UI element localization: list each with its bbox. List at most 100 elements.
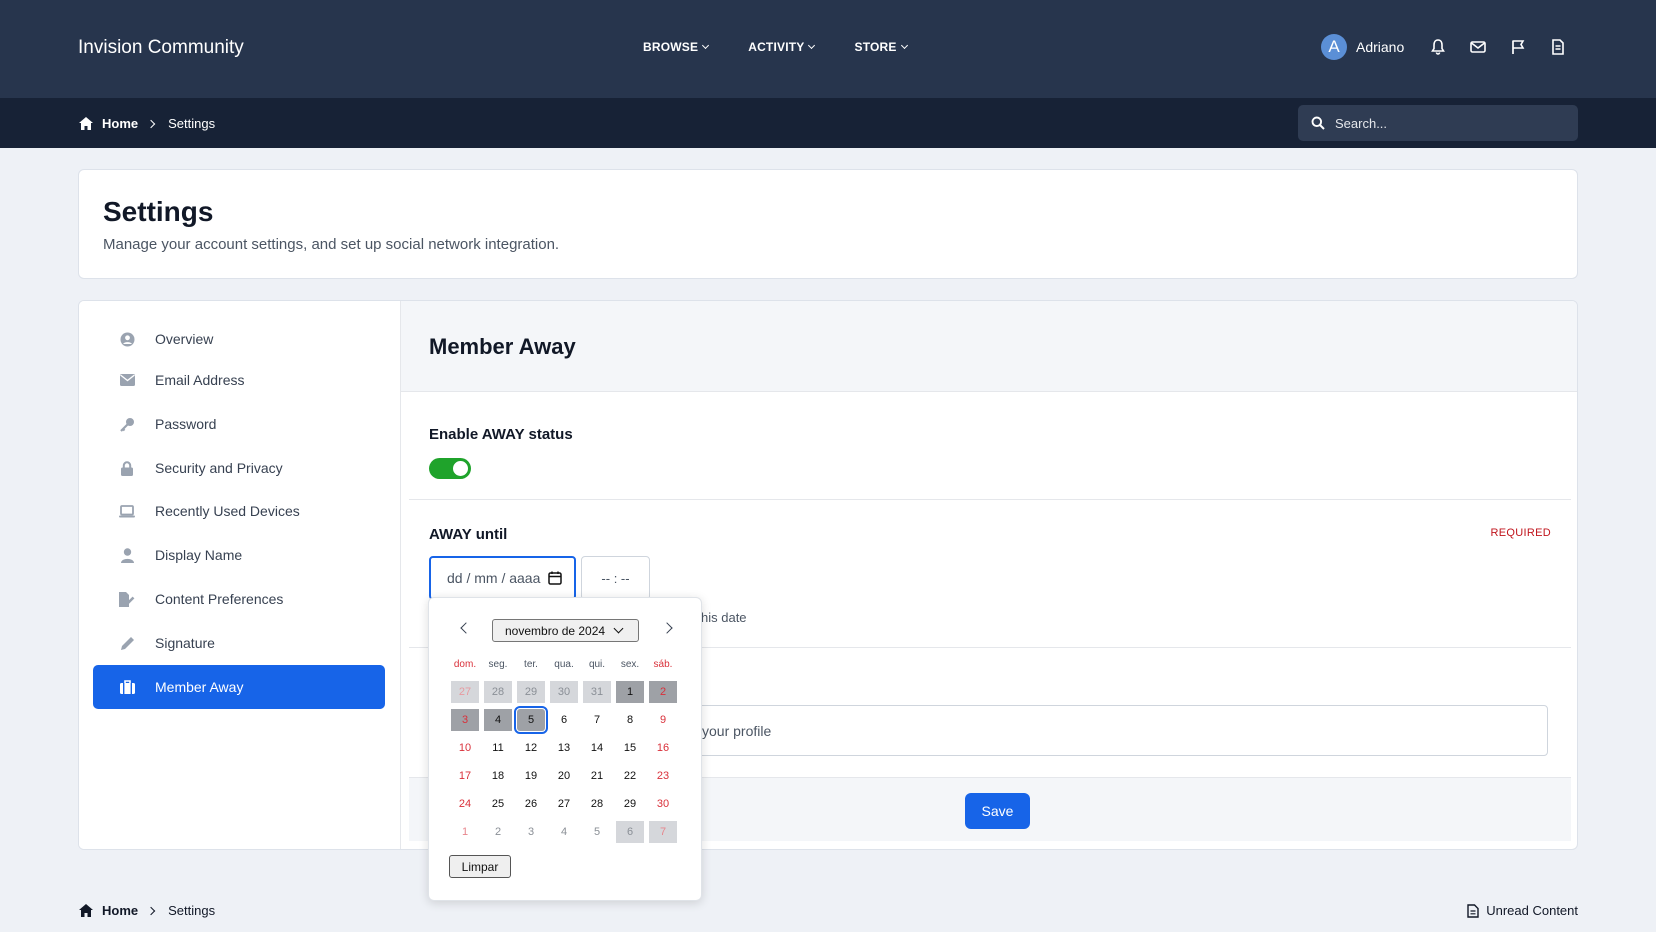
calendar-day[interactable]: 22 <box>616 765 644 787</box>
away-message-input[interactable]: your profile <box>665 705 1548 756</box>
calendar-day-selected[interactable]: 5 <box>514 706 548 734</box>
date-placeholder: dd / mm / aaaa <box>447 570 541 586</box>
nav-store[interactable]: STORE <box>854 40 908 54</box>
calendar-day[interactable]: 17 <box>451 765 479 787</box>
key-icon <box>119 416 135 432</box>
calendar-day[interactable]: 5 <box>583 821 611 843</box>
main-nav: BROWSE ACTIVITY STORE <box>643 40 947 54</box>
prev-month-icon[interactable] <box>460 622 472 634</box>
clear-date-button[interactable]: Limpar <box>449 855 511 878</box>
calendar-day[interactable]: 12 <box>517 737 545 759</box>
sidebar-item-signature[interactable]: Signature <box>93 621 385 665</box>
sidebar-item-security[interactable]: Security and Privacy <box>93 446 385 490</box>
breadcrumb-current[interactable]: Settings <box>168 116 215 131</box>
calendar-day[interactable]: 25 <box>484 793 512 815</box>
calendar-day[interactable]: 27 <box>550 793 578 815</box>
calendar-day[interactable]: 11 <box>484 737 512 759</box>
chevron-down-icon <box>808 41 816 50</box>
page-subtitle: Manage your account settings, and set up… <box>103 236 560 253</box>
enable-away-toggle[interactable] <box>429 458 471 479</box>
calendar-day[interactable]: 28 <box>484 681 512 703</box>
calendar-day[interactable]: 7 <box>583 709 611 731</box>
sidebar-item-email[interactable]: Email Address <box>93 358 385 402</box>
away-until-time-input[interactable]: -- : -- <box>581 556 650 600</box>
unread-content-link[interactable]: Unread Content <box>1467 903 1578 918</box>
away-until-label: AWAY until <box>429 526 508 543</box>
nav-browse[interactable]: BROWSE <box>643 40 710 54</box>
nav-browse-label: BROWSE <box>643 40 699 54</box>
weekday-header: qui. <box>588 659 606 670</box>
next-month-icon[interactable] <box>661 622 673 634</box>
page-header: Settings Manage your account settings, a… <box>78 169 1578 279</box>
month-select[interactable]: novembro de 2024 <box>492 619 639 642</box>
calendar-day[interactable]: 27 <box>451 681 479 703</box>
search-box[interactable] <box>1298 105 1578 141</box>
flag-icon[interactable] <box>1509 38 1527 56</box>
away-until-date-input[interactable]: dd / mm / aaaa <box>429 556 576 600</box>
sidebar-item-display-name[interactable]: Display Name <box>93 533 385 577</box>
calendar-day[interactable]: 30 <box>550 681 578 703</box>
bell-icon[interactable] <box>1429 38 1447 56</box>
nav-activity-label: ACTIVITY <box>748 40 805 54</box>
sidebar-item-label: Password <box>155 416 217 432</box>
settings-panel: Overview Email Address Password Security… <box>78 300 1578 850</box>
envelope-icon[interactable] <box>1469 38 1487 56</box>
document-icon <box>1467 903 1479 918</box>
calendar-day[interactable]: 9 <box>649 709 677 731</box>
calendar-day[interactable]: 18 <box>484 765 512 787</box>
calendar-day[interactable]: 1 <box>616 681 644 703</box>
calendar-day[interactable]: 14 <box>583 737 611 759</box>
calendar-day[interactable]: 3 <box>517 821 545 843</box>
site-brand[interactable]: Invision Community <box>78 37 244 59</box>
calendar-day[interactable]: 2 <box>484 821 512 843</box>
calendar-day[interactable]: 4 <box>550 821 578 843</box>
calendar-day[interactable]: 6 <box>616 821 644 843</box>
sidebar-item-password[interactable]: Password <box>93 402 385 446</box>
sidebar-item-member-away[interactable]: Member Away <box>93 665 385 709</box>
calendar-day[interactable]: 24 <box>451 793 479 815</box>
section-title: Member Away <box>429 334 576 359</box>
enable-away-label: Enable AWAY status <box>429 426 573 443</box>
sidebar-item-content-preferences[interactable]: Content Preferences <box>93 577 385 621</box>
calendar-day[interactable]: 10 <box>451 737 479 759</box>
search-input[interactable] <box>1335 115 1555 131</box>
calendar-icon[interactable] <box>548 571 563 585</box>
sidebar-item-label: Email Address <box>155 372 245 388</box>
weekday-header: sáb. <box>653 659 673 670</box>
calendar-day[interactable]: 16 <box>649 737 677 759</box>
calendar-day[interactable]: 1 <box>451 821 479 843</box>
sidebar-item-devices[interactable]: Recently Used Devices <box>93 489 385 533</box>
calendar-day[interactable]: 26 <box>517 793 545 815</box>
calendar-day[interactable]: 2 <box>649 681 677 703</box>
calendar-day[interactable]: 29 <box>616 793 644 815</box>
document-icon[interactable] <box>1549 38 1567 56</box>
sidebar-item-overview[interactable]: Overview <box>93 317 385 361</box>
calendar-day[interactable]: 7 <box>649 821 677 843</box>
calendar-day[interactable]: 15 <box>616 737 644 759</box>
divider <box>409 499 1571 500</box>
nav-activity[interactable]: ACTIVITY <box>748 40 816 54</box>
calendar-day[interactable]: 20 <box>550 765 578 787</box>
calendar-day[interactable]: 23 <box>649 765 677 787</box>
calendar-day[interactable]: 21 <box>583 765 611 787</box>
calendar-day[interactable]: 3 <box>451 709 479 731</box>
save-button[interactable]: Save <box>965 793 1030 829</box>
breadcrumb-home[interactable]: Home <box>102 903 138 918</box>
pencil-icon <box>119 635 135 651</box>
calendar-day[interactable]: 13 <box>550 737 578 759</box>
breadcrumb-current[interactable]: Settings <box>168 903 215 918</box>
chevron-right-icon <box>146 119 156 128</box>
user-menu[interactable]: A Adriano <box>1321 34 1404 60</box>
breadcrumb-home[interactable]: Home <box>102 116 138 131</box>
calendar-day[interactable]: 8 <box>616 709 644 731</box>
calendar-day[interactable]: 19 <box>517 765 545 787</box>
calendar-day[interactable]: 29 <box>517 681 545 703</box>
calendar-day[interactable]: 28 <box>583 793 611 815</box>
calendar-day[interactable]: 31 <box>583 681 611 703</box>
calendar-day[interactable]: 30 <box>649 793 677 815</box>
calendar-day[interactable]: 6 <box>550 709 578 731</box>
chevron-right-icon <box>146 906 156 915</box>
sidebar-item-label: Recently Used Devices <box>155 503 300 519</box>
footer-breadcrumb: Home Settings <box>78 903 215 918</box>
calendar-day[interactable]: 4 <box>484 709 512 731</box>
